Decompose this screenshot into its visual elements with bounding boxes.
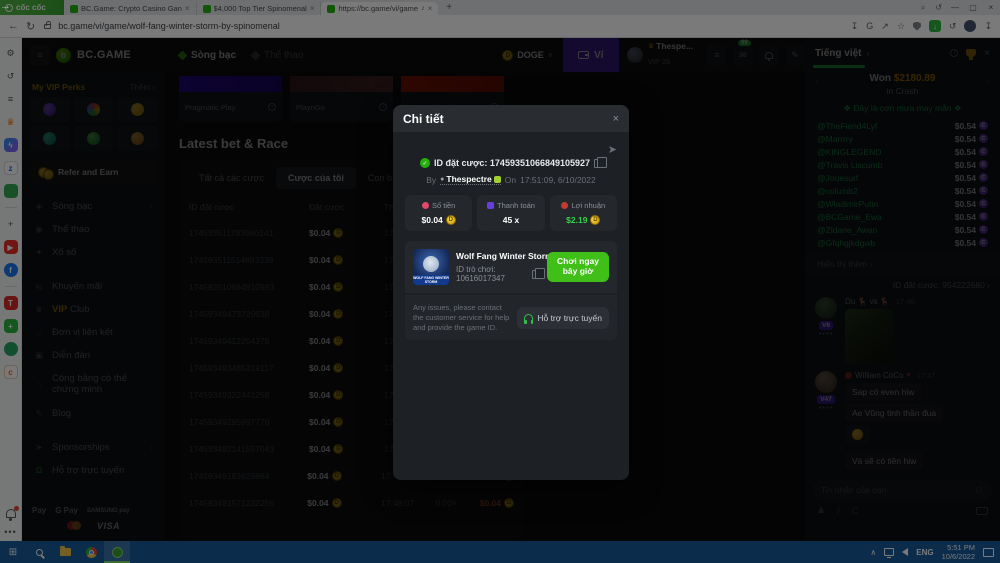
- bet-id-text: ID đặt cược: 17459351066849105927: [434, 158, 590, 168]
- bcgame-page: ≡ b BC.GAME My VIP Perks Thêm ›: [22, 38, 1000, 541]
- modal-close-icon[interactable]: ×: [613, 113, 619, 125]
- copy-icon[interactable]: [594, 159, 602, 168]
- bet-details-modal: Chi tiết × ➤ ✓ ID đặt cược: 174593510668…: [393, 105, 629, 480]
- stat-profit: Lợi nhuận $2.19D: [550, 195, 617, 231]
- bet-user-link[interactable]: ●Thespectre: [440, 174, 501, 185]
- person-icon: ●: [440, 176, 444, 183]
- amount-icon: [422, 202, 429, 209]
- live-support-button[interactable]: Hỗ trợ trực tuyến: [517, 307, 609, 329]
- headset-icon: [524, 314, 533, 321]
- share-bet-icon[interactable]: ➤: [608, 144, 617, 156]
- game-thumbnail[interactable]: WOLF FANG WINTER STORM: [413, 249, 449, 285]
- copy-icon[interactable]: [532, 270, 540, 279]
- verified-check-icon: ✓: [420, 158, 430, 168]
- support-note: Any issues, please contact the customer …: [413, 303, 510, 332]
- payout-icon: [487, 202, 494, 209]
- game-id-text: ID trò chơi: 10616017347: [456, 265, 528, 283]
- doge-coin-icon: D: [446, 215, 456, 225]
- profit-icon: [561, 202, 568, 209]
- user-badge-icon: [494, 176, 501, 183]
- screen: cốc cốc BC.Game: Crypto Casino Gan × $4,…: [0, 0, 1000, 563]
- play-now-button[interactable]: Chơi ngay bây giờ: [547, 252, 609, 282]
- bet-datetime: 17:51:09, 6/10/2022: [520, 175, 596, 185]
- game-thumb-caption: WOLF FANG WINTER STORM: [413, 275, 449, 285]
- stat-amount: Số tiền $0.04D: [405, 195, 472, 231]
- stat-payout: Thanh toán 45 x: [477, 195, 544, 231]
- doge-coin-icon: D: [590, 215, 600, 225]
- game-info-card: WOLF FANG WINTER STORM Wolf Fang Winter …: [405, 241, 617, 293]
- support-card: Any issues, please contact the customer …: [405, 295, 617, 340]
- game-name: Wolf Fang Winter Storm: [456, 251, 540, 261]
- browser-addressbar[interactable]: ← → ↻ bc.game/vi/game/wolf-fang-winter-s…: [0, 15, 1000, 38]
- modal-title: Chi tiết: [403, 112, 444, 126]
- bet-stats: Số tiền $0.04D Thanh toán 45 x Lợi nhuận…: [405, 195, 617, 231]
